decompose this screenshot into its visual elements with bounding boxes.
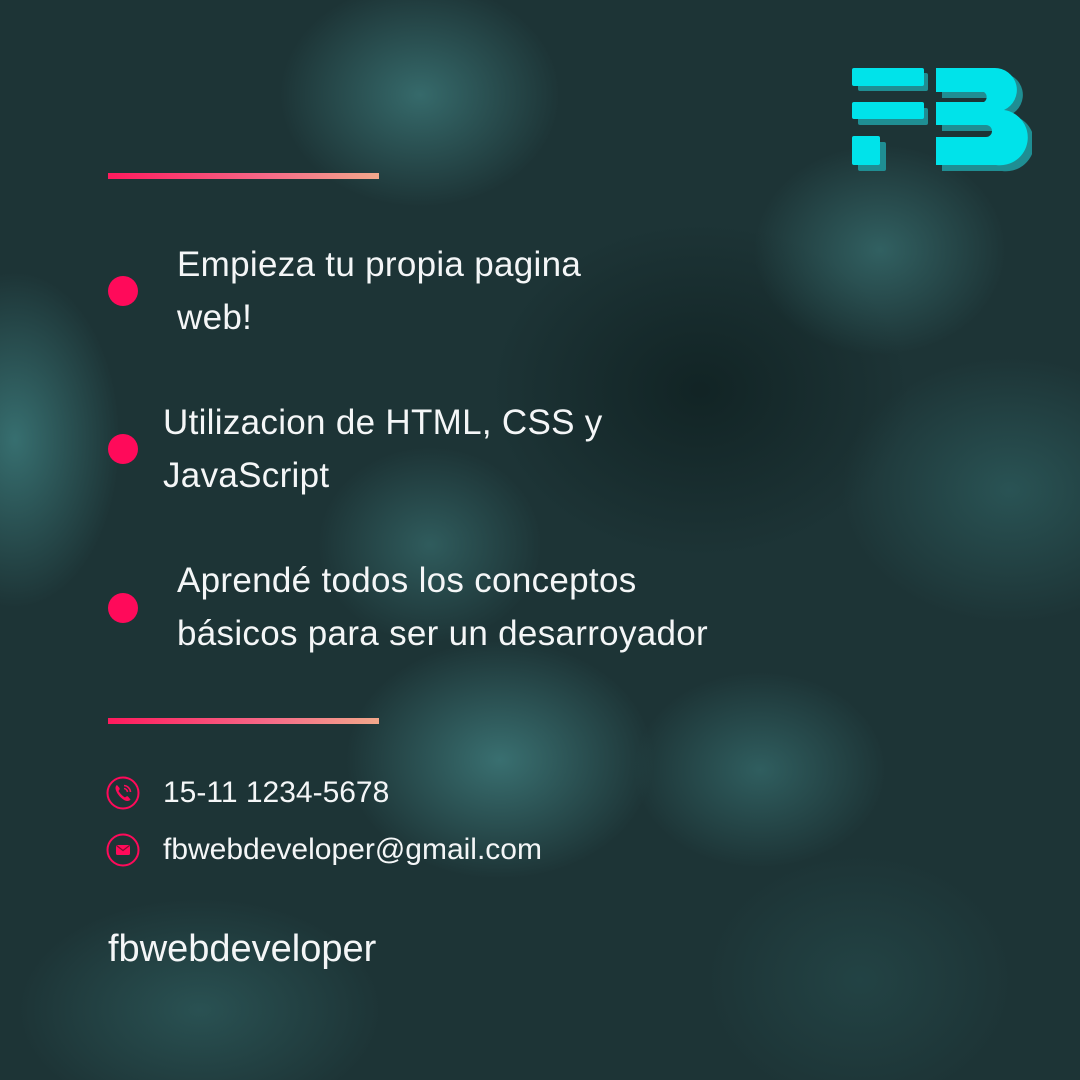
bullet-dot [108,593,138,623]
bullet-dot [108,434,138,464]
mail-icon [106,833,140,867]
bottom-divider [108,718,379,724]
fb-logo-icon [852,67,1032,172]
bullet-dot [108,276,138,306]
bullet-text-1: Empieza tu propia pagina web! [177,245,582,337]
phone-icon [106,776,140,810]
email-address[interactable]: fbwebdeveloper@gmail.com [163,832,542,868]
phone-number[interactable]: 15-11 1234-5678 [163,775,389,811]
social-handle: fbwebdeveloper [108,928,377,970]
bullet-text-3: Aprendé todos los conceptos básicos para… [177,561,708,653]
top-divider [108,173,379,179]
bullet-text-2: Utilizacion de HTML, CSS y JavaScript [163,403,603,495]
